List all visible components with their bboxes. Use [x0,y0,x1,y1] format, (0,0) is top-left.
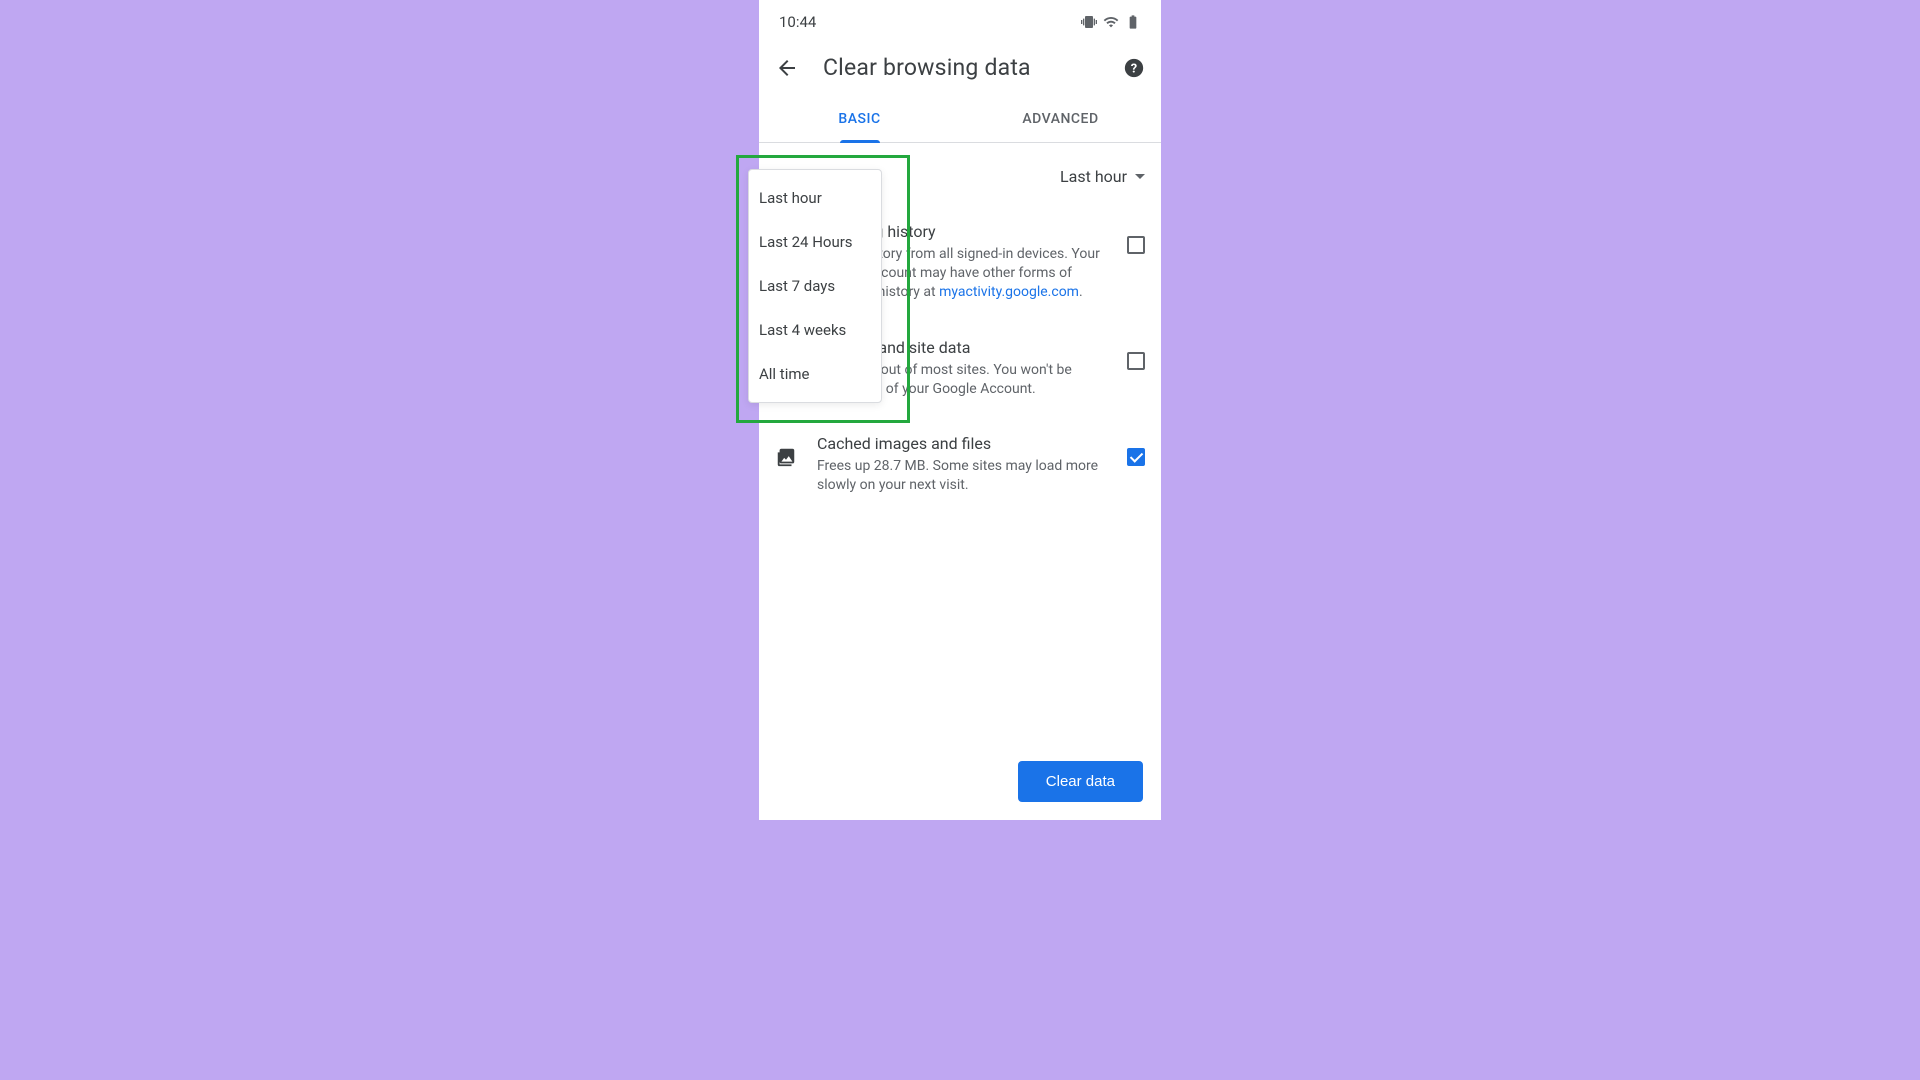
popup-option-last-7-days[interactable]: Last 7 days [749,264,881,308]
checkbox-history[interactable] [1127,236,1145,254]
image-icon [775,446,797,468]
setting-body: Cached images and files Frees up 28.7 MB… [817,434,1107,495]
page-header: Clear browsing data ? [759,44,1161,95]
phone-frame: 10:44 Clear browsing data ? BASIC ADVANC… [759,0,1161,820]
setting-title: Cached images and files [817,434,1107,453]
wifi-icon [1103,14,1119,30]
time-range-popup: Last hour Last 24 Hours Last 7 days Last… [748,169,882,403]
back-icon[interactable] [775,56,799,80]
footer: Clear data [1018,761,1143,802]
setting-desc: Frees up 28.7 MB. Some sites may load mo… [817,457,1107,495]
setting-cache[interactable]: Cached images and files Frees up 28.7 MB… [775,416,1145,513]
tab-basic[interactable]: BASIC [759,95,960,142]
checkbox-cache[interactable] [1127,448,1145,466]
popup-option-all-time[interactable]: All time [749,352,881,396]
checkbox-cookies[interactable] [1127,352,1145,370]
svg-text:?: ? [1131,61,1137,76]
status-bar: 10:44 [759,0,1161,44]
tabs: BASIC ADVANCED [759,95,1161,143]
popup-option-last-hour[interactable]: Last hour [749,176,881,220]
popup-option-last-24-hours[interactable]: Last 24 Hours [749,220,881,264]
popup-option-last-4-weeks[interactable]: Last 4 weeks [749,308,881,352]
help-icon[interactable]: ? [1123,57,1145,79]
clear-data-button[interactable]: Clear data [1018,761,1143,802]
battery-icon [1125,14,1141,30]
time-range-select[interactable]: Last hour [1060,167,1145,186]
tab-advanced[interactable]: ADVANCED [960,95,1161,142]
time-range-value: Last hour [1060,167,1127,186]
chevron-down-icon [1135,174,1145,179]
page-title: Clear browsing data [823,54,1099,81]
myactivity-link[interactable]: myactivity.google.com [939,284,1079,300]
status-icons [1081,14,1141,30]
vibrate-icon [1081,14,1097,30]
status-time: 10:44 [779,13,816,31]
